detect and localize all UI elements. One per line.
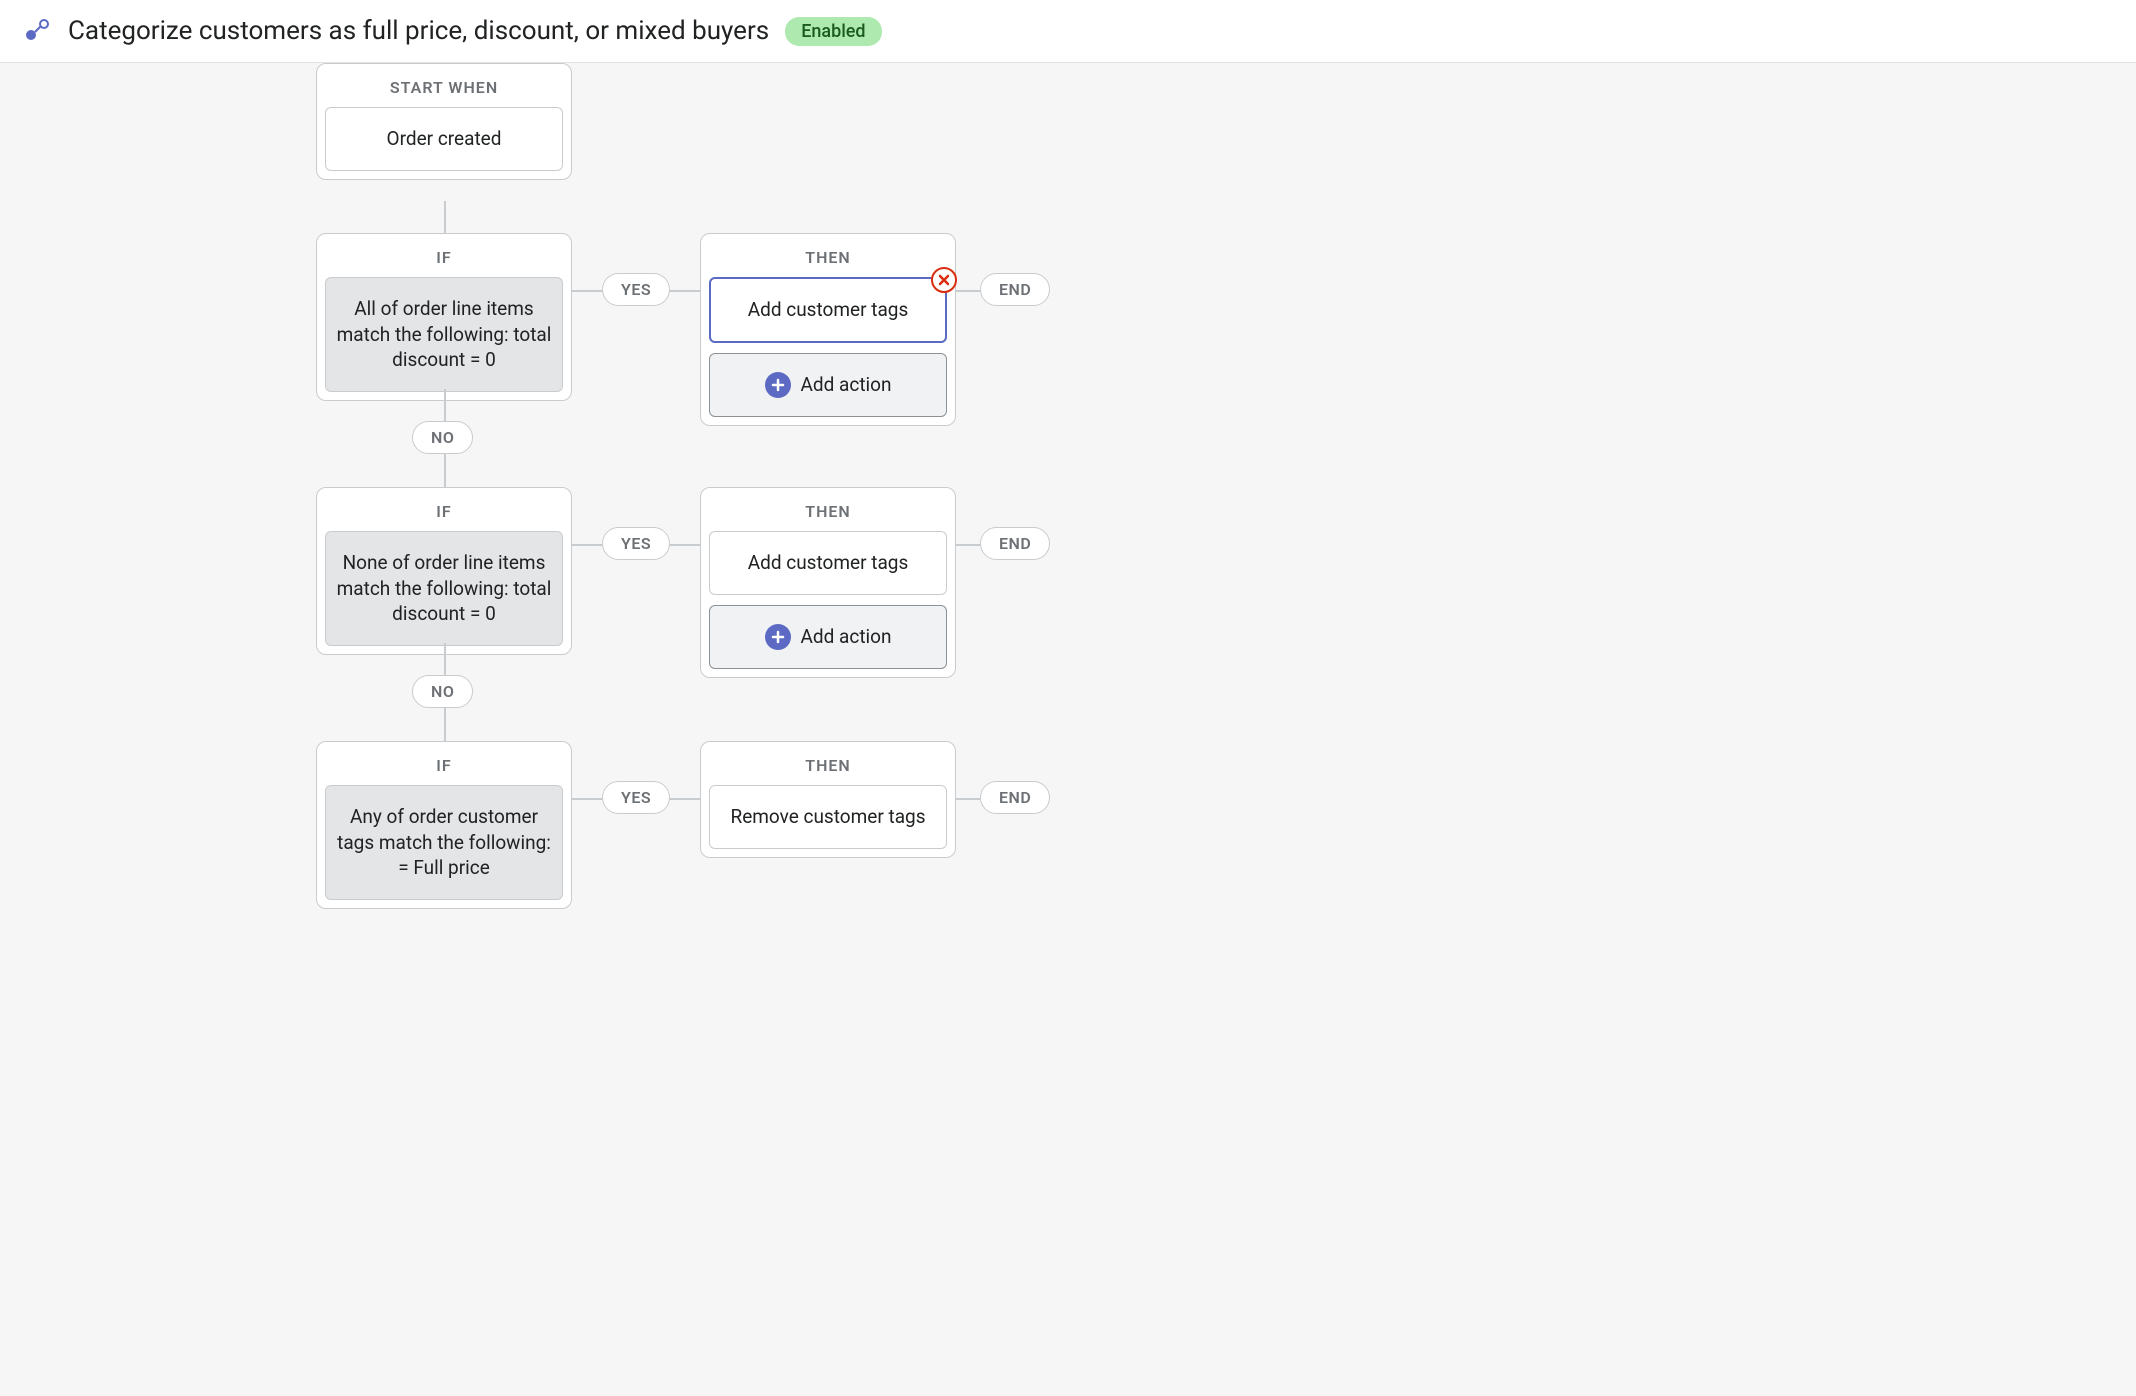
plus-icon [765, 624, 791, 650]
no-label-1: NO [412, 421, 473, 454]
connector [956, 798, 980, 800]
then-node-3[interactable]: THEN Remove customer tags [700, 741, 956, 858]
action-1[interactable]: Add customer tags [709, 277, 947, 343]
action-1-label: Add customer tags [748, 298, 909, 321]
then-node-2[interactable]: THEN Add customer tags Add action [700, 487, 956, 678]
yes-label-2: YES [602, 527, 670, 560]
condition-header: IF [317, 742, 571, 785]
connector [444, 201, 446, 233]
yes-label-1: YES [602, 273, 670, 306]
then-node-1[interactable]: THEN Add customer tags Add action [700, 233, 956, 426]
plus-icon [765, 372, 791, 398]
no-label-2: NO [412, 675, 473, 708]
workflow-title: Categorize customers as full price, disc… [68, 16, 769, 46]
trigger-header: START WHEN [317, 64, 571, 107]
connector [956, 544, 980, 546]
add-action-label: Add action [801, 372, 892, 398]
then-header: THEN [701, 742, 955, 785]
end-label-1[interactable]: END [980, 273, 1050, 306]
status-badge: Enabled [785, 17, 881, 46]
trigger-node[interactable]: START WHEN Order created [316, 63, 572, 180]
add-action-button-2[interactable]: Add action [709, 605, 947, 669]
end-label-3[interactable]: END [980, 781, 1050, 814]
add-action-button-1[interactable]: Add action [709, 353, 947, 417]
condition-content-3[interactable]: Any of order customer tags match the fol… [325, 785, 563, 900]
page-header: Categorize customers as full price, disc… [0, 0, 2136, 63]
end-label-2[interactable]: END [980, 527, 1050, 560]
add-action-label: Add action [801, 624, 892, 650]
workflow-icon [24, 17, 52, 45]
action-3[interactable]: Remove customer tags [709, 785, 947, 849]
flow-canvas: START WHEN Order created IF All of order… [0, 63, 2136, 1263]
condition-node-3[interactable]: IF Any of order customer tags match the … [316, 741, 572, 909]
then-header: THEN [701, 234, 955, 277]
action-2[interactable]: Add customer tags [709, 531, 947, 595]
condition-content-1[interactable]: All of order line items match the follow… [325, 277, 563, 392]
connector [956, 290, 980, 292]
condition-header: IF [317, 234, 571, 277]
trigger-content[interactable]: Order created [325, 107, 563, 171]
condition-node-1[interactable]: IF All of order line items match the fol… [316, 233, 572, 401]
condition-header: IF [317, 488, 571, 531]
close-icon[interactable] [931, 267, 957, 293]
then-header: THEN [701, 488, 955, 531]
yes-label-3: YES [602, 781, 670, 814]
condition-content-2[interactable]: None of order line items match the follo… [325, 531, 563, 646]
condition-node-2[interactable]: IF None of order line items match the fo… [316, 487, 572, 655]
